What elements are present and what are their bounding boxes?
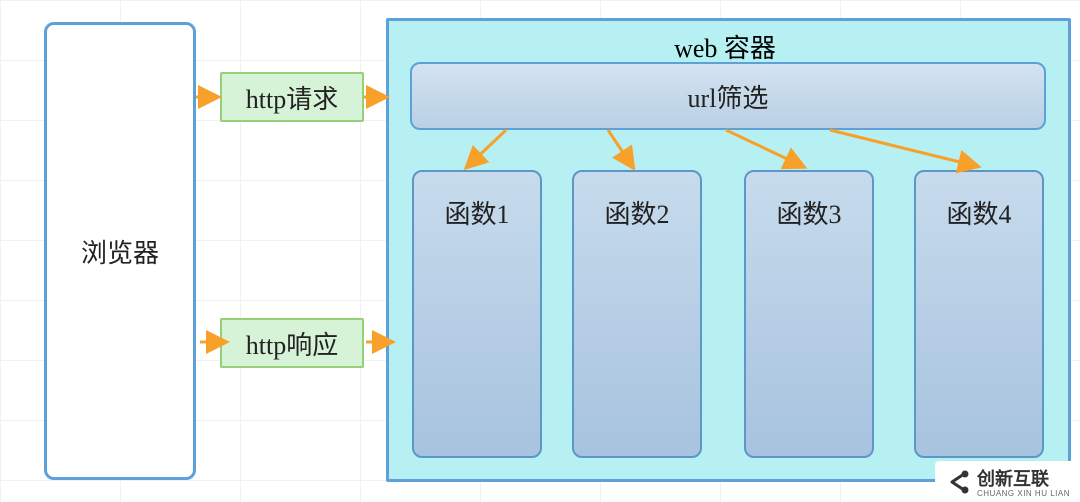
arrow-url-to-fn1 [456, 130, 516, 175]
function-box-3: 函数3 [744, 170, 874, 458]
function-2-label: 函数2 [604, 194, 669, 231]
url-filter-box: url筛选 [410, 62, 1046, 130]
arrow-url-to-fn2 [588, 130, 648, 175]
arrow-url-to-fn3 [726, 130, 816, 175]
http-request-box: http请求 [220, 72, 364, 122]
web-container-title: web 容器 [410, 28, 1040, 65]
arrow-url-to-fn4 [830, 130, 990, 175]
browser-label: 浏览器 [81, 233, 159, 270]
diagram-canvas: 浏览器 http请求 http响应 web 容器 url筛选 函数1 函数2 函… [0, 0, 1080, 502]
watermark-text: 创新互联 CHUANG XIN HU LIAN [977, 465, 1070, 498]
watermark-brand: 创新互联 [977, 469, 1049, 489]
arrow-response-to-browser [194, 330, 224, 354]
function-box-4: 函数4 [914, 170, 1044, 458]
url-filter-label: url筛选 [688, 78, 769, 115]
http-response-label: http响应 [246, 325, 338, 362]
browser-box: 浏览器 [44, 22, 196, 480]
function-1-label: 函数1 [444, 194, 509, 231]
function-box-2: 函数2 [572, 170, 702, 458]
watermark-subtext: CHUANG XIN HU LIAN [977, 489, 1070, 498]
function-4-label: 函数4 [946, 194, 1011, 231]
arrow-container-to-response [360, 330, 390, 354]
arrow-browser-to-request [196, 85, 222, 109]
http-response-box: http响应 [220, 318, 364, 368]
function-3-label: 函数3 [776, 194, 841, 231]
watermark: 创新互联 CHUANG XIN HU LIAN [935, 461, 1080, 502]
http-request-label: http请求 [246, 79, 338, 116]
watermark-logo-icon [945, 469, 971, 495]
arrow-request-to-container [364, 85, 390, 109]
function-box-1: 函数1 [412, 170, 542, 458]
